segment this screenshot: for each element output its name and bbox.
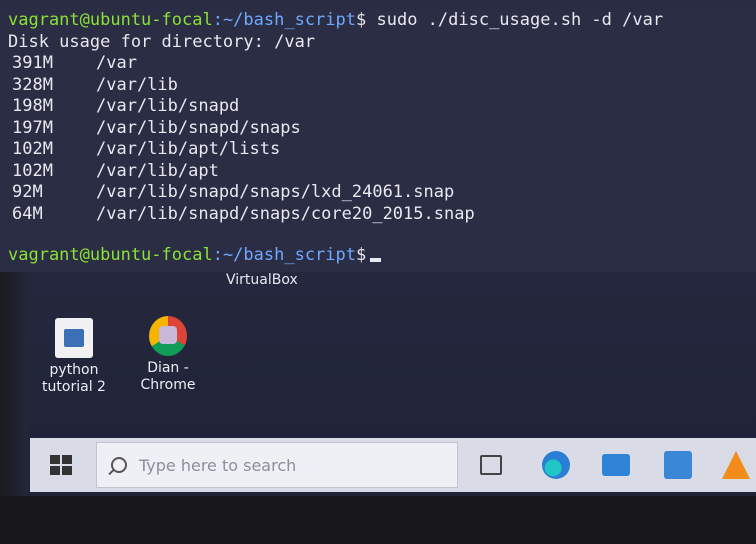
output-row: 197M/var/lib/snapd/snaps [8,118,756,140]
icon-label-line1: python [49,362,99,378]
store-icon[interactable] [664,451,692,479]
edge-icon[interactable] [542,451,570,479]
row-size: 328M [12,74,53,95]
prompt-path: :~/bash_script [212,10,356,30]
row-path: /var/lib [96,74,178,95]
desktop-icon-dian-chrome[interactable]: Dian - Chrome [124,316,212,394]
window-title[interactable]: VirtualBox [226,272,298,288]
icon-label-line1: Dian - [147,360,189,376]
icon-label-line2: tutorial 2 [42,379,106,395]
row-path: /var/lib/snapd/snaps [96,117,301,138]
bezel [0,272,28,496]
prompt-symbol: $ [356,245,367,265]
prompt-user: vagrant@ubuntu-focal [8,245,213,265]
row-path: /var/lib/apt [96,160,219,181]
taskbar-search-box[interactable]: Type here to search [96,442,458,488]
output-row: 92M/var/lib/snapd/snaps/lxd_24061.snap [8,182,756,204]
icon-label-line2: Chrome [140,377,196,393]
search-placeholder: Type here to search [139,455,297,475]
mail-icon[interactable] [602,454,630,476]
current-prompt[interactable]: vagrant@ubuntu-focal:~/bash_script$ [8,245,756,267]
desktop-icon-python-tutorial[interactable]: python tutorial 2 [30,318,118,396]
output-row: 102M/var/lib/apt [8,161,756,183]
row-path: /var/lib/snapd/snaps/lxd_24061.snap [96,182,455,202]
row-size: 102M [12,139,53,159]
output-row: 102M/var/lib/apt/lists [8,139,756,161]
prompt-path: :~/bash_script [212,245,356,265]
vlc-icon[interactable] [722,451,750,479]
taskbar: Type here to search [30,438,756,492]
row-size: 391M [12,53,53,73]
output-row: 391M/var [8,53,756,75]
row-path: /var/lib/snapd/snaps/core20_2015.snap [96,203,475,224]
terminal-window[interactable]: vagrant@ubuntu-focal:~/bash_script$ sudo… [0,10,756,272]
command-line: vagrant@ubuntu-focal:~/bash_script$ sudo… [8,10,756,32]
output-row: 328M/var/lib [8,75,756,97]
output-row: 198M/var/lib/snapd [8,96,756,118]
row-size: 92M [12,182,43,202]
windows-start-icon [50,455,72,475]
row-size: 64M [12,203,43,224]
prompt-user: vagrant@ubuntu-focal [8,10,213,30]
chrome-profile-icon [149,316,187,356]
row-size: 197M [12,117,53,138]
search-icon [111,457,127,473]
monitor-bezel [0,496,756,544]
text-cursor [370,258,382,262]
document-icon [55,318,93,358]
prompt-symbol: $ [356,10,367,30]
row-path: /var/lib/apt/lists [96,139,281,159]
row-size: 102M [12,160,53,181]
row-path: /var/lib/snapd [96,96,240,116]
output-row: 64M/var/lib/snapd/snaps/core20_2015.snap [8,204,756,226]
row-path: /var [96,53,137,73]
screen: vagrant@ubuntu-focal:~/bash_script$ sudo… [0,0,756,544]
row-size: 198M [12,96,53,116]
command-text: sudo ./disc_usage.sh -d /var [366,10,664,30]
task-view-icon[interactable] [480,455,502,475]
start-button[interactable] [30,438,92,492]
output-header: Disk usage for directory: /var [8,31,316,52]
